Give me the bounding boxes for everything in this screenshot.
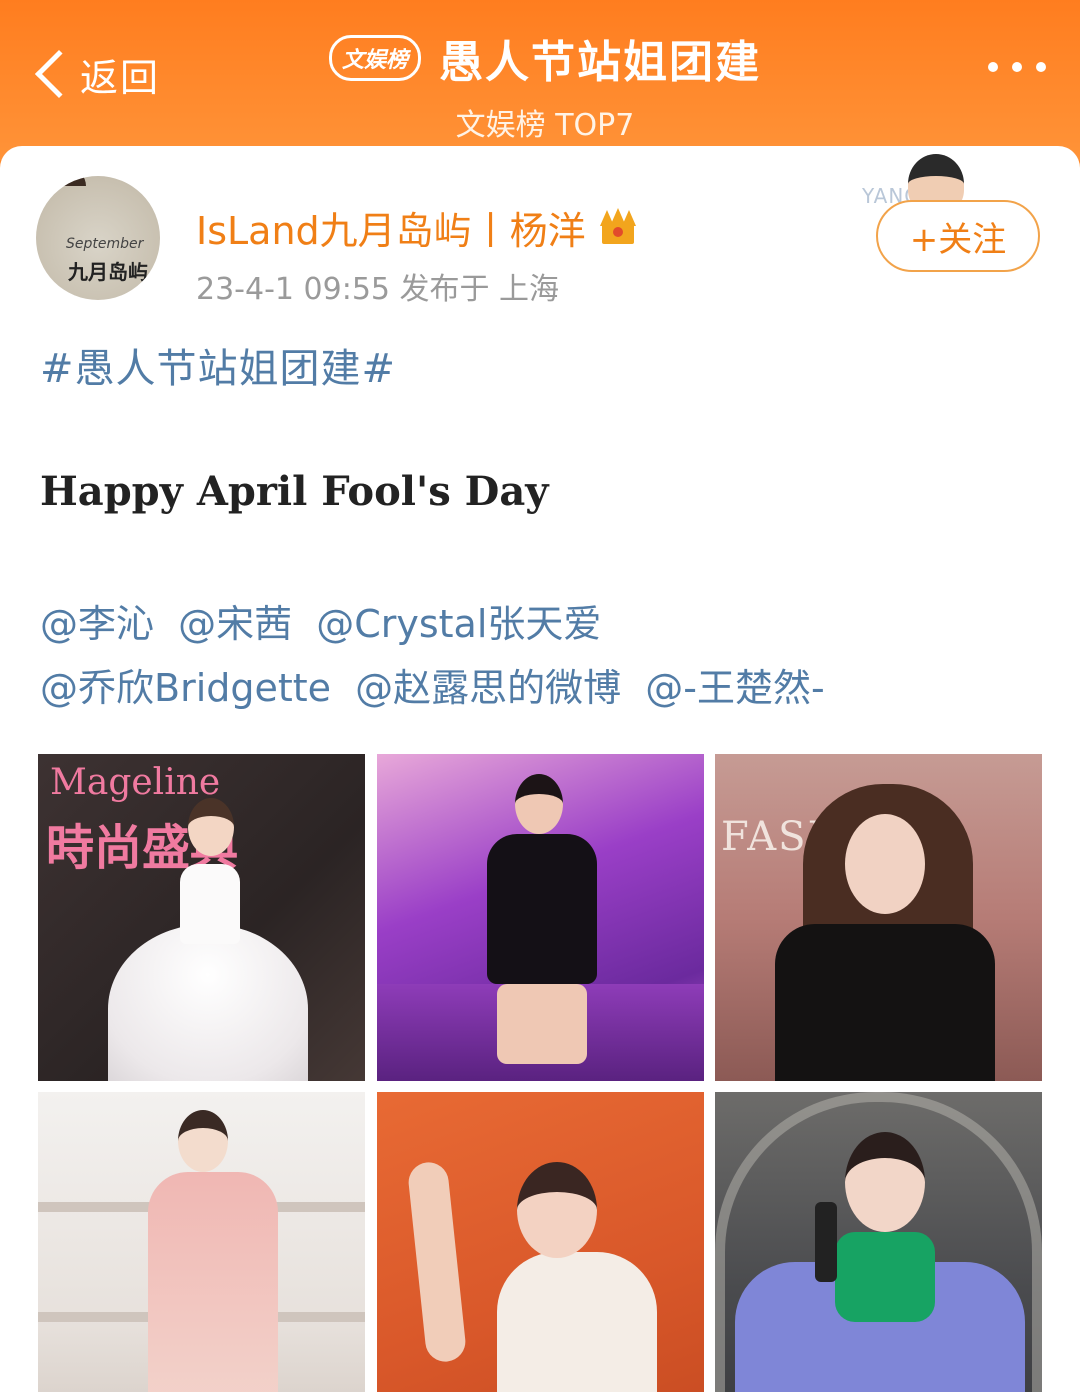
hashtag-link[interactable]: #愚人节站姐团建# [40, 336, 396, 394]
mention-link[interactable]: @赵露思的微博 [355, 666, 621, 710]
photo-6[interactable] [715, 1092, 1042, 1392]
back-button[interactable]: 返回 [30, 46, 160, 102]
avatar-brand: 九月岛屿 [68, 260, 148, 284]
photo-sign: Mageline [50, 762, 221, 803]
mention-link[interactable]: @Crystal张天爱 [316, 602, 601, 646]
photo-2[interactable] [377, 754, 704, 1081]
follow-button[interactable]: +关注 [876, 200, 1040, 272]
avatar-script: September [66, 236, 144, 252]
photo-5[interactable] [377, 1092, 704, 1392]
avatar-hair [42, 176, 86, 186]
more-dots-icon[interactable] [988, 62, 1046, 72]
post-meta: 23-4-1 09:55 发布于 上海 [196, 272, 560, 307]
mention-link[interactable]: @-王楚然- [645, 666, 824, 710]
mention-link[interactable]: @李沁 [40, 602, 154, 646]
author-name-text: IsLand九月岛屿丨杨洋 [196, 209, 586, 253]
header-title-group: 文娱榜 愚人节站姐团建 文娱榜 TOP7 [310, 26, 780, 144]
back-chevron-icon [34, 49, 84, 99]
mention-link[interactable]: @乔欣Bridgette [40, 666, 331, 710]
back-label: 返回 [80, 55, 161, 100]
page-subtitle: 文娱榜 TOP7 [455, 108, 635, 143]
page-title: 愚人节站姐团建 [439, 37, 761, 88]
avatar[interactable]: September 九月岛屿 [36, 176, 160, 300]
photo-1[interactable]: Mageline 時尚盛典 [38, 754, 365, 1081]
photo-4[interactable] [38, 1092, 365, 1392]
ranking-badge: 文娱榜 [328, 35, 421, 81]
mention-link[interactable]: @宋茜 [178, 602, 292, 646]
top-bar: 返回 文娱榜 愚人节站姐团建 文娱榜 TOP7 [0, 0, 1080, 160]
vip-crown-icon [598, 207, 638, 248]
author-name[interactable]: IsLand九月岛屿丨杨洋 [196, 200, 638, 255]
mentions-line-1: @李沁 @宋茜 @Crystal张天爱 [40, 592, 1050, 656]
mentions-line-2: @乔欣Bridgette @赵露思的微博 @-王楚然- [40, 656, 1050, 720]
photo-3[interactable]: FASHION [715, 754, 1042, 1081]
mentions: @李沁 @宋茜 @Crystal张天爱 @乔欣Bridgette @赵露思的微博… [40, 592, 1050, 720]
post-card: September 九月岛屿 IsLand九月岛屿丨杨洋 23-4-1 09:5… [0, 146, 1080, 1392]
post-headline: Happy April Fool's Day [40, 468, 549, 515]
